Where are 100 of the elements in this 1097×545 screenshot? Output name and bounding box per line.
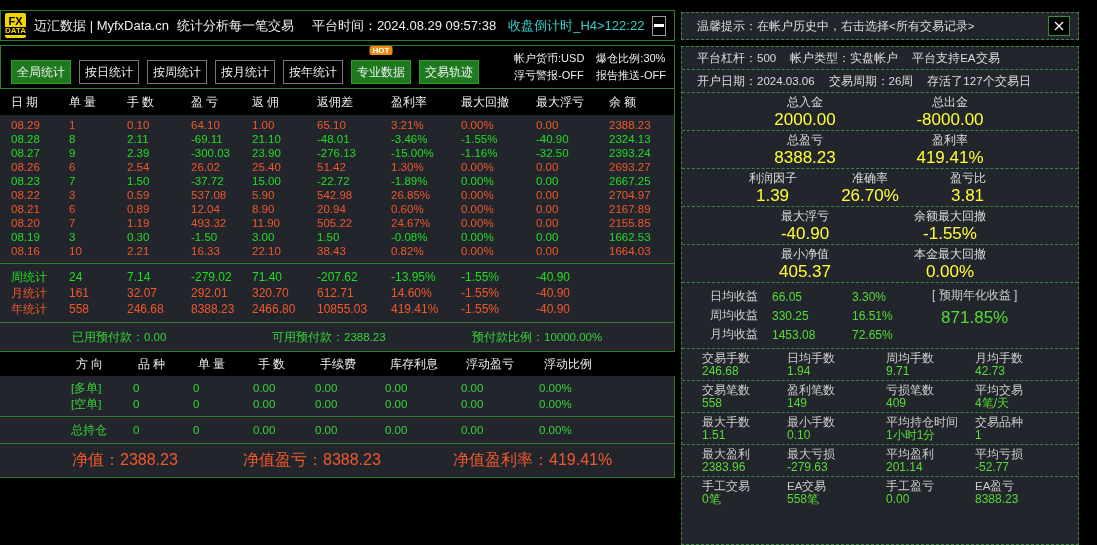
table-cell-text: 0.89 (127, 202, 151, 216)
table-cell-text: 2.54 (127, 160, 151, 174)
metric-value: 2000.00 (774, 110, 836, 129)
table-cell-text: -15.00% (391, 146, 435, 160)
table-cell-text: -1.89% (391, 174, 429, 188)
table-cell-text: 505.22 (317, 216, 354, 230)
stat-value: 0.00 (886, 493, 911, 506)
stat-label: 最大亏损 (787, 448, 836, 461)
summary-cell-text: -40.90 (536, 269, 572, 285)
app-title: 迈汇数据 | MyfxData.cn (34, 16, 169, 35)
average-percent: 16.51% (852, 308, 894, 323)
total-cell-text: 0 (193, 424, 201, 436)
table-cell-text: 12.04 (191, 202, 221, 216)
position-cell-text: 0 (193, 397, 201, 412)
table-cell-text: -276.13 (317, 146, 357, 160)
table-cell-text: 0.00% (461, 118, 495, 132)
table-cell-text: 64.10 (191, 118, 221, 132)
table-cell-text: 22.10 (252, 244, 282, 258)
platform-time: 平台时间：2024.08.29 09:57:38 (311, 16, 497, 35)
column-header: 盈利率 (391, 93, 428, 111)
filter-button[interactable]: 按日统计 (79, 60, 139, 84)
table-cell-text: -0.08% (391, 230, 429, 244)
slogan: 统计分析每一笔交易 (176, 16, 294, 35)
account-detail: 交易周期：26周 (828, 73, 914, 89)
hot-badge: HOT (369, 46, 393, 55)
prepaid-info: 已用预付款：0.00 (72, 329, 168, 345)
average-percent: 72.65% (852, 327, 894, 342)
table-cell-text: 0.00 (536, 188, 560, 202)
column-header: 手 数 (127, 93, 156, 111)
table-cell-text: -300.03 (191, 146, 231, 160)
table-cell-text: 2324.13 (609, 132, 652, 146)
summary-cell-text: -279.02 (191, 269, 233, 285)
summary-cell-text: 71.40 (252, 269, 284, 285)
stat-label: 最大手数 (702, 416, 751, 429)
column-header: 单 量 (198, 355, 227, 373)
table-cell-text: 1664.03 (609, 244, 652, 258)
table-cell-text: 0.00 (536, 230, 560, 244)
filter-button[interactable]: 按年统计 (283, 60, 343, 84)
table-cell-text: 6 (69, 160, 77, 174)
table-cell-text: 8.90 (252, 202, 276, 216)
column-header: 返佣差 (317, 93, 354, 111)
table-cell-text: -1.55% (461, 132, 499, 146)
table-cell-text: 8 (69, 132, 77, 146)
table-cell-text: 7 (69, 174, 77, 188)
table-cell-text: 0.00% (461, 216, 495, 230)
table-cell-text: 0.00 (536, 216, 560, 230)
summary-cell-text: 320.70 (252, 285, 290, 301)
position-cell-text: 0 (133, 397, 141, 412)
summary-cell-text: 年统计 (11, 301, 48, 317)
average-value: 66.05 (772, 289, 804, 304)
total-cell-text: 0.00 (253, 424, 277, 436)
table-cell-text: 2155.85 (609, 216, 652, 230)
metric-label: 最大浮亏 (781, 209, 829, 224)
table-cell-text: 15.00 (252, 174, 282, 188)
stat-label: 交易品种 (975, 416, 1024, 429)
summary-cell-text: -1.55% (461, 269, 501, 285)
table-cell-text: 7 (69, 216, 77, 230)
position-cell-text: 0 (193, 381, 201, 396)
summary-cell-text: 月统计 (11, 285, 48, 301)
table-cell-text: 0.00 (536, 160, 560, 174)
table-cell-text: 9 (69, 146, 77, 160)
filter-button[interactable]: 全局统计 (11, 60, 71, 84)
metric-value: -1.55% (923, 224, 977, 243)
table-cell-text: 38.43 (317, 244, 347, 258)
filter-button[interactable]: 专业数据 (351, 60, 411, 84)
table-cell-text: -1.16% (461, 146, 499, 160)
table-cell-text: -22.72 (317, 174, 351, 188)
column-header: 方 向 (76, 355, 105, 373)
metric-value: 419.41% (916, 148, 984, 167)
table-cell-text: 11.90 (252, 216, 281, 230)
column-header: 返 佣 (252, 93, 281, 111)
table-cell-text: 16.33 (191, 244, 221, 258)
total-cell-text: 0 (133, 424, 141, 436)
account-info: 帐户货币:USD (514, 51, 585, 66)
summary-cell-text: 24 (69, 269, 84, 285)
close-button[interactable] (1048, 16, 1070, 36)
average-label: 周均收益 (709, 307, 759, 324)
table-cell-text: 1.30% (391, 160, 425, 174)
filter-button[interactable]: 按周统计 (147, 60, 207, 84)
position-cell-text: 0 (133, 381, 141, 396)
table-cell-text: 2.39 (127, 146, 151, 160)
column-header: 浮动比例 (544, 355, 593, 373)
table-cell-text: 2693.27 (609, 160, 652, 174)
table-cell-text: 0.00 (536, 244, 560, 258)
table-cell-text: 20.94 (317, 202, 347, 216)
table-cell-text: 2167.89 (609, 202, 652, 216)
table-cell-text: 537.08 (191, 188, 228, 202)
prepaid-info: 预付款比例：10000.00% (472, 329, 603, 345)
metric-label: 本金最大回撤 (914, 247, 986, 262)
filter-button[interactable]: 按月统计 (215, 60, 275, 84)
table-cell-text: 0.00 (536, 202, 560, 216)
stat-value: 9.71 (886, 365, 911, 378)
stat-label: 月均手数 (975, 352, 1024, 365)
stat-value: 4笔/天 (975, 397, 1010, 410)
table-cell-text: 2.11 (127, 132, 150, 146)
minimize-button[interactable] (652, 15, 666, 36)
table-cell-text: 0.30 (127, 230, 151, 244)
column-header: 手 数 (258, 355, 287, 373)
filter-button[interactable]: 交易轨迹 (419, 60, 479, 84)
table-cell-text: 2704.97 (609, 188, 652, 202)
